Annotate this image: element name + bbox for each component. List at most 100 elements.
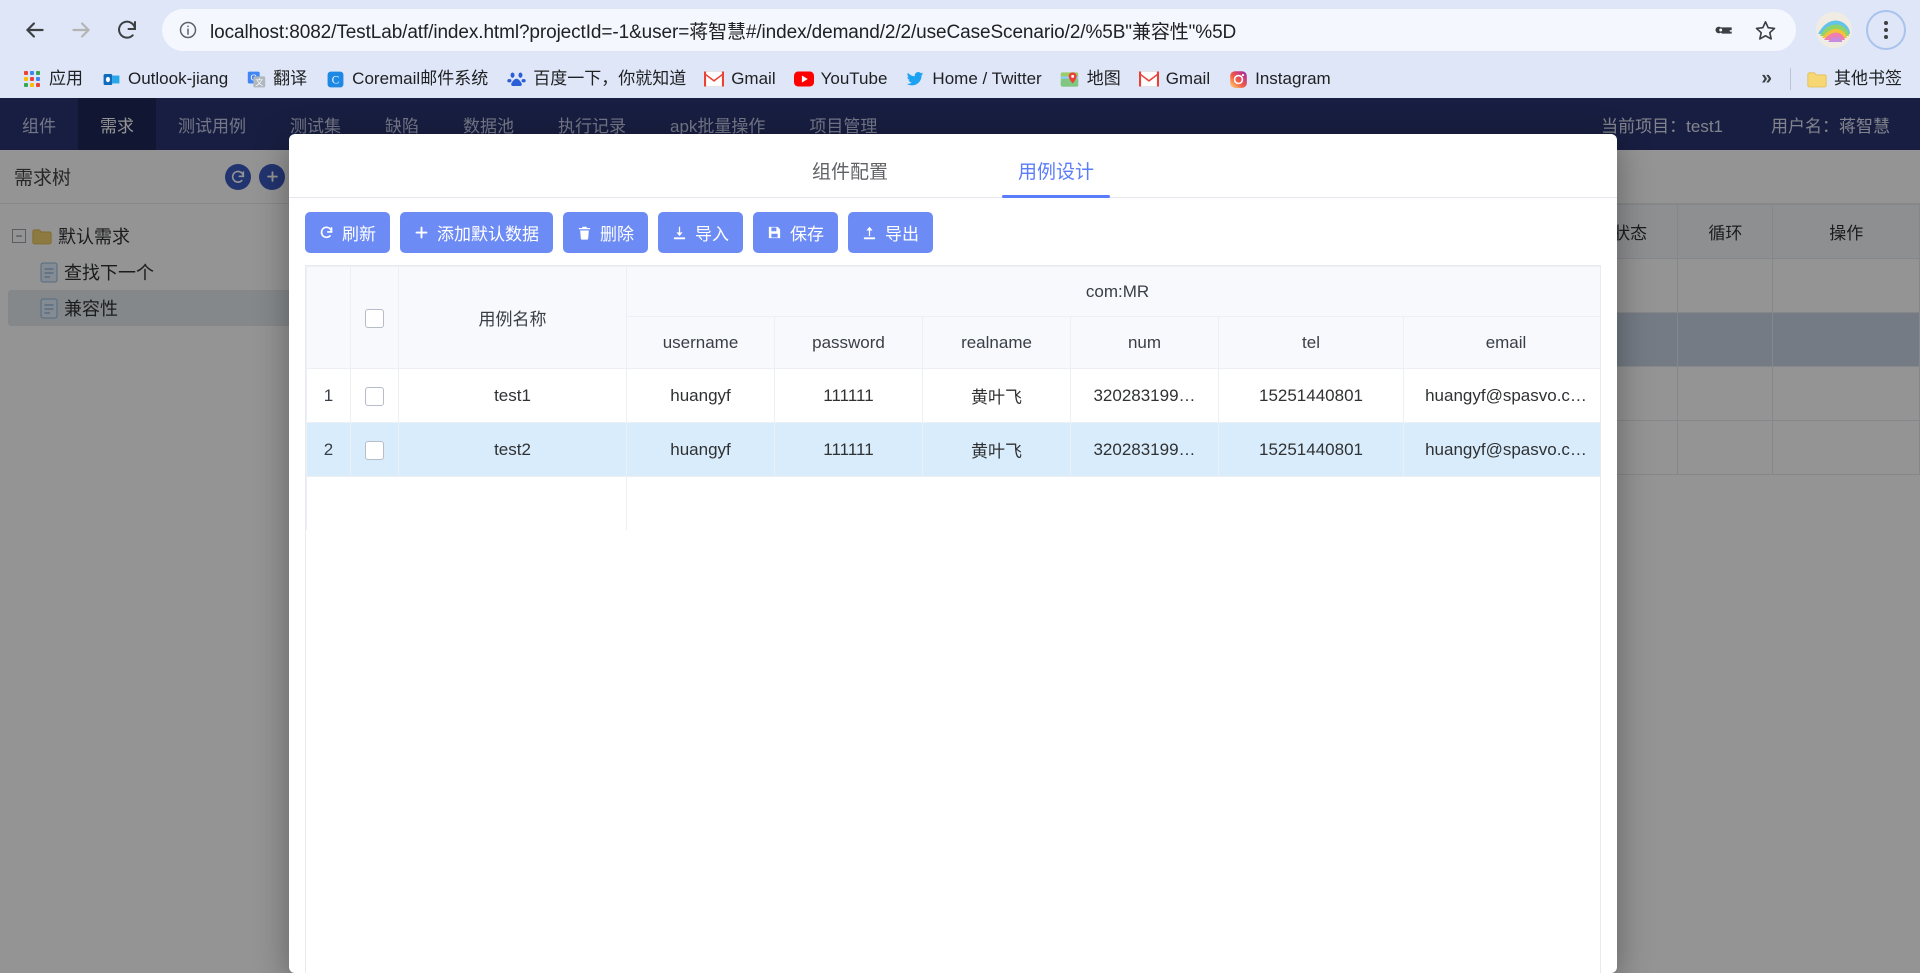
grid-col-case-name: 用例名称 [399,267,627,369]
row-checkbox[interactable] [365,387,384,406]
row-realname[interactable]: 黄叶飞 [923,423,1071,477]
outlook-icon [101,69,121,89]
row-tel[interactable]: 15251440801 [1219,423,1404,477]
grid-body: 1 test1 huangyf 111111 黄叶飞 320283199… 15… [307,369,1602,531]
youtube-icon [794,69,814,89]
bookmark-label: Instagram [1255,69,1331,89]
reload-button[interactable] [106,9,148,51]
grid-col-tel: tel [1219,317,1404,369]
bookmark-label: Outlook-jiang [128,69,228,89]
twitter-icon [905,69,925,89]
chrome-menu-button[interactable] [1866,10,1906,50]
bookmark-outlook-jiang[interactable]: Outlook-jiang [93,65,236,93]
bookmark-baidu[interactable]: 百度一下，你就知道 [498,65,694,93]
row-case-name[interactable]: test2 [399,423,627,477]
url-text[interactable]: localhost:8082/TestLab/atf/index.html?pr… [210,17,1702,44]
button-label: 保存 [790,220,824,245]
bookmarks-bar: 应用 Outlook-jiang G文 翻译 C Coremail邮件系统 百度… [0,60,1920,98]
tab-component-config[interactable]: 组件配置 [812,157,888,197]
bookmark-youtube[interactable]: YouTube [786,65,896,93]
instagram-icon [1228,69,1248,89]
row-index: 2 [307,423,351,477]
folder-icon [1807,69,1827,89]
plus-icon [414,225,429,240]
row-password[interactable]: 111111 [775,369,923,423]
forward-arrow-icon [68,17,94,43]
browser-window: localhost:8082/TestLab/atf/index.html?pr… [0,0,1920,973]
row-case-name[interactable]: test1 [399,369,627,423]
use-case-grid-wrapper: 用例名称 com:MR username password realname n… [305,265,1601,973]
export-button[interactable]: 导出 [848,212,933,253]
bookmark-label: 百度一下，你就知道 [533,69,686,89]
save-button[interactable]: 保存 [753,212,838,253]
row-checkbox[interactable] [365,441,384,460]
delete-button[interactable]: 删除 [563,212,648,253]
grid-group-header-com-mr: com:MR [627,267,1602,317]
save-floppy-icon [767,225,782,240]
select-all-checkbox[interactable] [365,309,384,328]
button-label: 导入 [695,220,729,245]
add-default-data-button[interactable]: 添加默认数据 [400,212,553,253]
tab-use-case-design[interactable]: 用例设计 [1018,157,1094,197]
bookmark-label: Gmail [731,69,775,89]
svg-text:文: 文 [255,77,263,87]
grid-col-username: username [627,317,775,369]
reload-icon [115,18,139,42]
row-select-cell[interactable] [351,369,399,423]
trash-icon [577,225,592,241]
table-row[interactable]: 1 test1 huangyf 111111 黄叶飞 320283199… 15… [307,369,1602,423]
grid-col-realname: realname [923,317,1071,369]
google-translate-icon: G文 [246,69,266,89]
bookmark-gmail-2[interactable]: Gmail [1131,65,1218,93]
grid-col-email: email [1404,317,1602,369]
row-tel[interactable]: 15251440801 [1219,369,1404,423]
bookmark-instagram[interactable]: Instagram [1220,65,1339,93]
row-username[interactable]: huangyf [627,423,775,477]
bookmark-label: Home / Twitter [932,69,1041,89]
bookmark-translate[interactable]: G文 翻译 [238,65,315,93]
table-row[interactable]: 2 test2 huangyf 111111 黄叶飞 320283199… 15… [307,423,1602,477]
other-bookmarks-button[interactable]: 其他书签 [1799,65,1910,93]
row-email[interactable]: huangyf@spasvo.c… [1404,423,1602,477]
tab-label: 用例设计 [1018,162,1094,183]
row-email[interactable]: huangyf@spasvo.c… [1404,369,1602,423]
site-info-icon[interactable] [178,20,198,40]
row-index: 1 [307,369,351,423]
bookmark-gmail-1[interactable]: Gmail [696,65,783,93]
row-select-cell[interactable] [351,423,399,477]
browser-toolbar: localhost:8082/TestLab/atf/index.html?pr… [0,0,1920,60]
row-realname[interactable]: 黄叶飞 [923,369,1071,423]
dialog-tabs: 组件配置 用例设计 [289,134,1617,198]
row-password[interactable]: 111111 [775,423,923,477]
profile-avatar[interactable] [1816,12,1852,48]
grid-select-all-cell[interactable] [351,267,399,369]
google-maps-icon [1060,69,1080,89]
bookmark-twitter[interactable]: Home / Twitter [897,65,1049,93]
grid-header-row-group: 用例名称 com:MR [307,267,1602,317]
address-bar[interactable]: localhost:8082/TestLab/atf/index.html?pr… [162,9,1796,51]
avatar-image [1816,12,1852,48]
grid-col-index [307,267,351,369]
row-username[interactable]: huangyf [627,369,775,423]
refresh-button[interactable]: 刷新 [305,212,390,253]
apps-grid-icon [22,69,42,89]
back-button[interactable] [14,9,56,51]
baidu-icon [506,69,526,89]
row-num[interactable]: 320283199… [1071,369,1219,423]
bookmark-star-icon[interactable] [1748,13,1782,47]
key-icon[interactable] [1708,13,1742,47]
bookmark-coremail[interactable]: C Coremail邮件系统 [317,65,496,93]
button-label: 删除 [600,220,634,245]
row-num[interactable]: 320283199… [1071,423,1219,477]
dialog-toolbar: 刷新 添加默认数据 删除 [289,198,1617,265]
forward-button[interactable] [60,9,102,51]
bookmarks-overflow-button[interactable]: » [1751,66,1782,92]
bookmark-apps[interactable]: 应用 [14,65,91,93]
import-download-icon [672,225,687,241]
import-button[interactable]: 导入 [658,212,743,253]
bookmark-label: 翻译 [273,69,307,89]
bookmark-maps[interactable]: 地图 [1052,65,1129,93]
button-label: 添加默认数据 [437,220,539,245]
bookmark-label: Coremail邮件系统 [352,69,488,89]
three-dot-menu-icon [1884,21,1888,25]
